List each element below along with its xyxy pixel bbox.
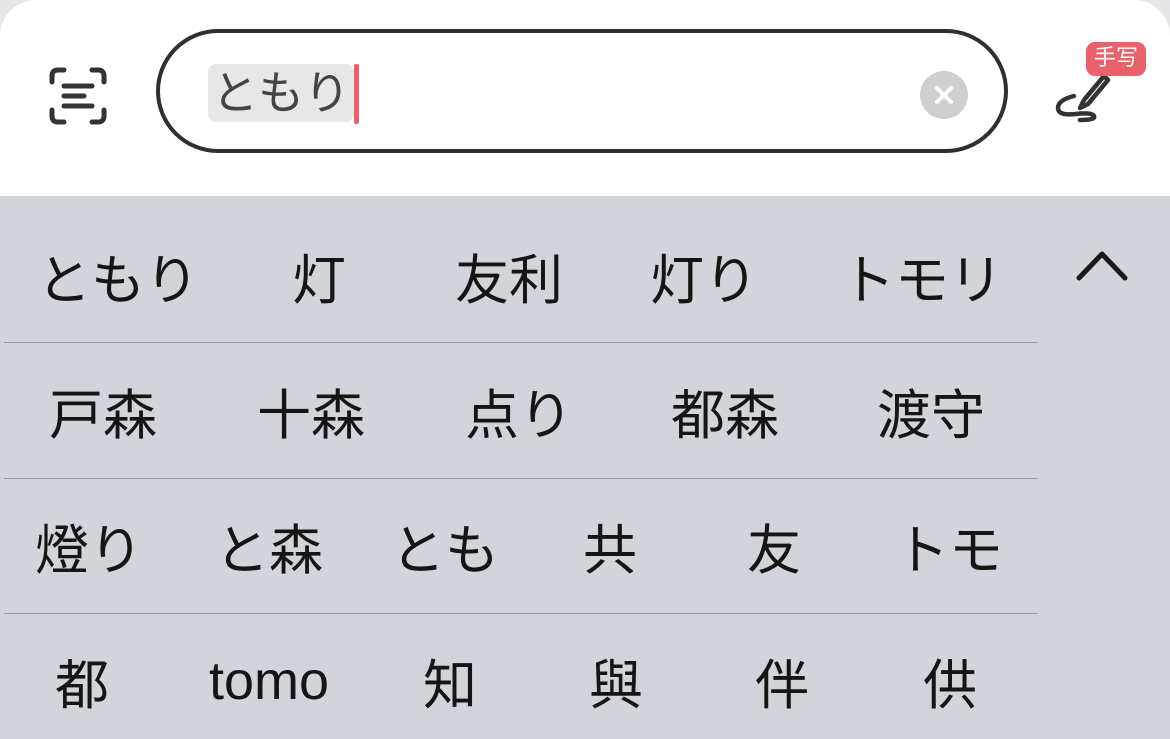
- candidate-item[interactable]: 渡守: [856, 343, 1006, 478]
- ime-window: ともり 手写 ともり 灯 友利 灯り トモリ 戸森 十森 点り 都森 渡守 燈り…: [0, 0, 1170, 739]
- candidate-row: 戸森 十森 点り 都森 渡守: [4, 343, 1038, 479]
- collapse-candidates-button[interactable]: [1064, 230, 1140, 300]
- candidate-item[interactable]: 戸森: [28, 343, 178, 478]
- search-input[interactable]: ともり: [156, 29, 1008, 153]
- candidate-item[interactable]: 知: [400, 613, 500, 739]
- input-header: ともり 手写: [0, 0, 1170, 196]
- handwriting-badge: 手写: [1086, 42, 1147, 76]
- composing-text: ともり: [208, 64, 354, 122]
- clear-button[interactable]: [920, 71, 968, 119]
- candidate-row: 燈り と森 とも 共 友 トモ: [4, 478, 1038, 614]
- candidate-row: ともり 灯 友利 灯り トモリ: [4, 208, 1038, 343]
- candidate-item[interactable]: トモリ: [822, 208, 1022, 342]
- scan-text-button[interactable]: [46, 64, 110, 128]
- scan-text-icon: [49, 67, 107, 125]
- candidate-item[interactable]: 伴: [732, 613, 832, 739]
- candidate-item[interactable]: 点り: [444, 343, 594, 478]
- chevron-up-icon: [1076, 251, 1128, 281]
- candidate-item[interactable]: ともり: [28, 208, 208, 342]
- candidate-item[interactable]: トモ: [874, 478, 1024, 613]
- candidate-item[interactable]: 灯: [254, 208, 384, 342]
- candidate-item[interactable]: とも: [370, 478, 520, 613]
- candidate-item[interactable]: と森: [194, 478, 344, 613]
- candidate-item[interactable]: 燈り: [14, 478, 164, 613]
- candidate-item[interactable]: 都森: [650, 343, 800, 478]
- clear-x-icon: [935, 86, 953, 104]
- candidate-item[interactable]: 友利: [429, 208, 589, 342]
- candidate-panel: ともり 灯 友利 灯り トモリ 戸森 十森 点り 都森 渡守 燈り と森 とも …: [0, 196, 1170, 739]
- candidate-row: 都 tomo 知 與 伴 供: [4, 613, 1038, 739]
- candidate-item[interactable]: 與: [566, 613, 666, 739]
- candidate-item[interactable]: 共: [560, 478, 660, 613]
- candidate-item[interactable]: tomo: [184, 613, 354, 739]
- candidate-item[interactable]: 都: [32, 613, 132, 739]
- handwriting-pen-icon: [1055, 73, 1111, 123]
- candidate-item[interactable]: 友: [724, 478, 824, 613]
- candidate-item[interactable]: 十森: [236, 343, 386, 478]
- candidate-item[interactable]: 灯り: [624, 208, 784, 342]
- candidate-item[interactable]: 供: [900, 613, 1000, 739]
- handwriting-button[interactable]: 手写: [1054, 42, 1154, 132]
- text-caret: [354, 64, 359, 124]
